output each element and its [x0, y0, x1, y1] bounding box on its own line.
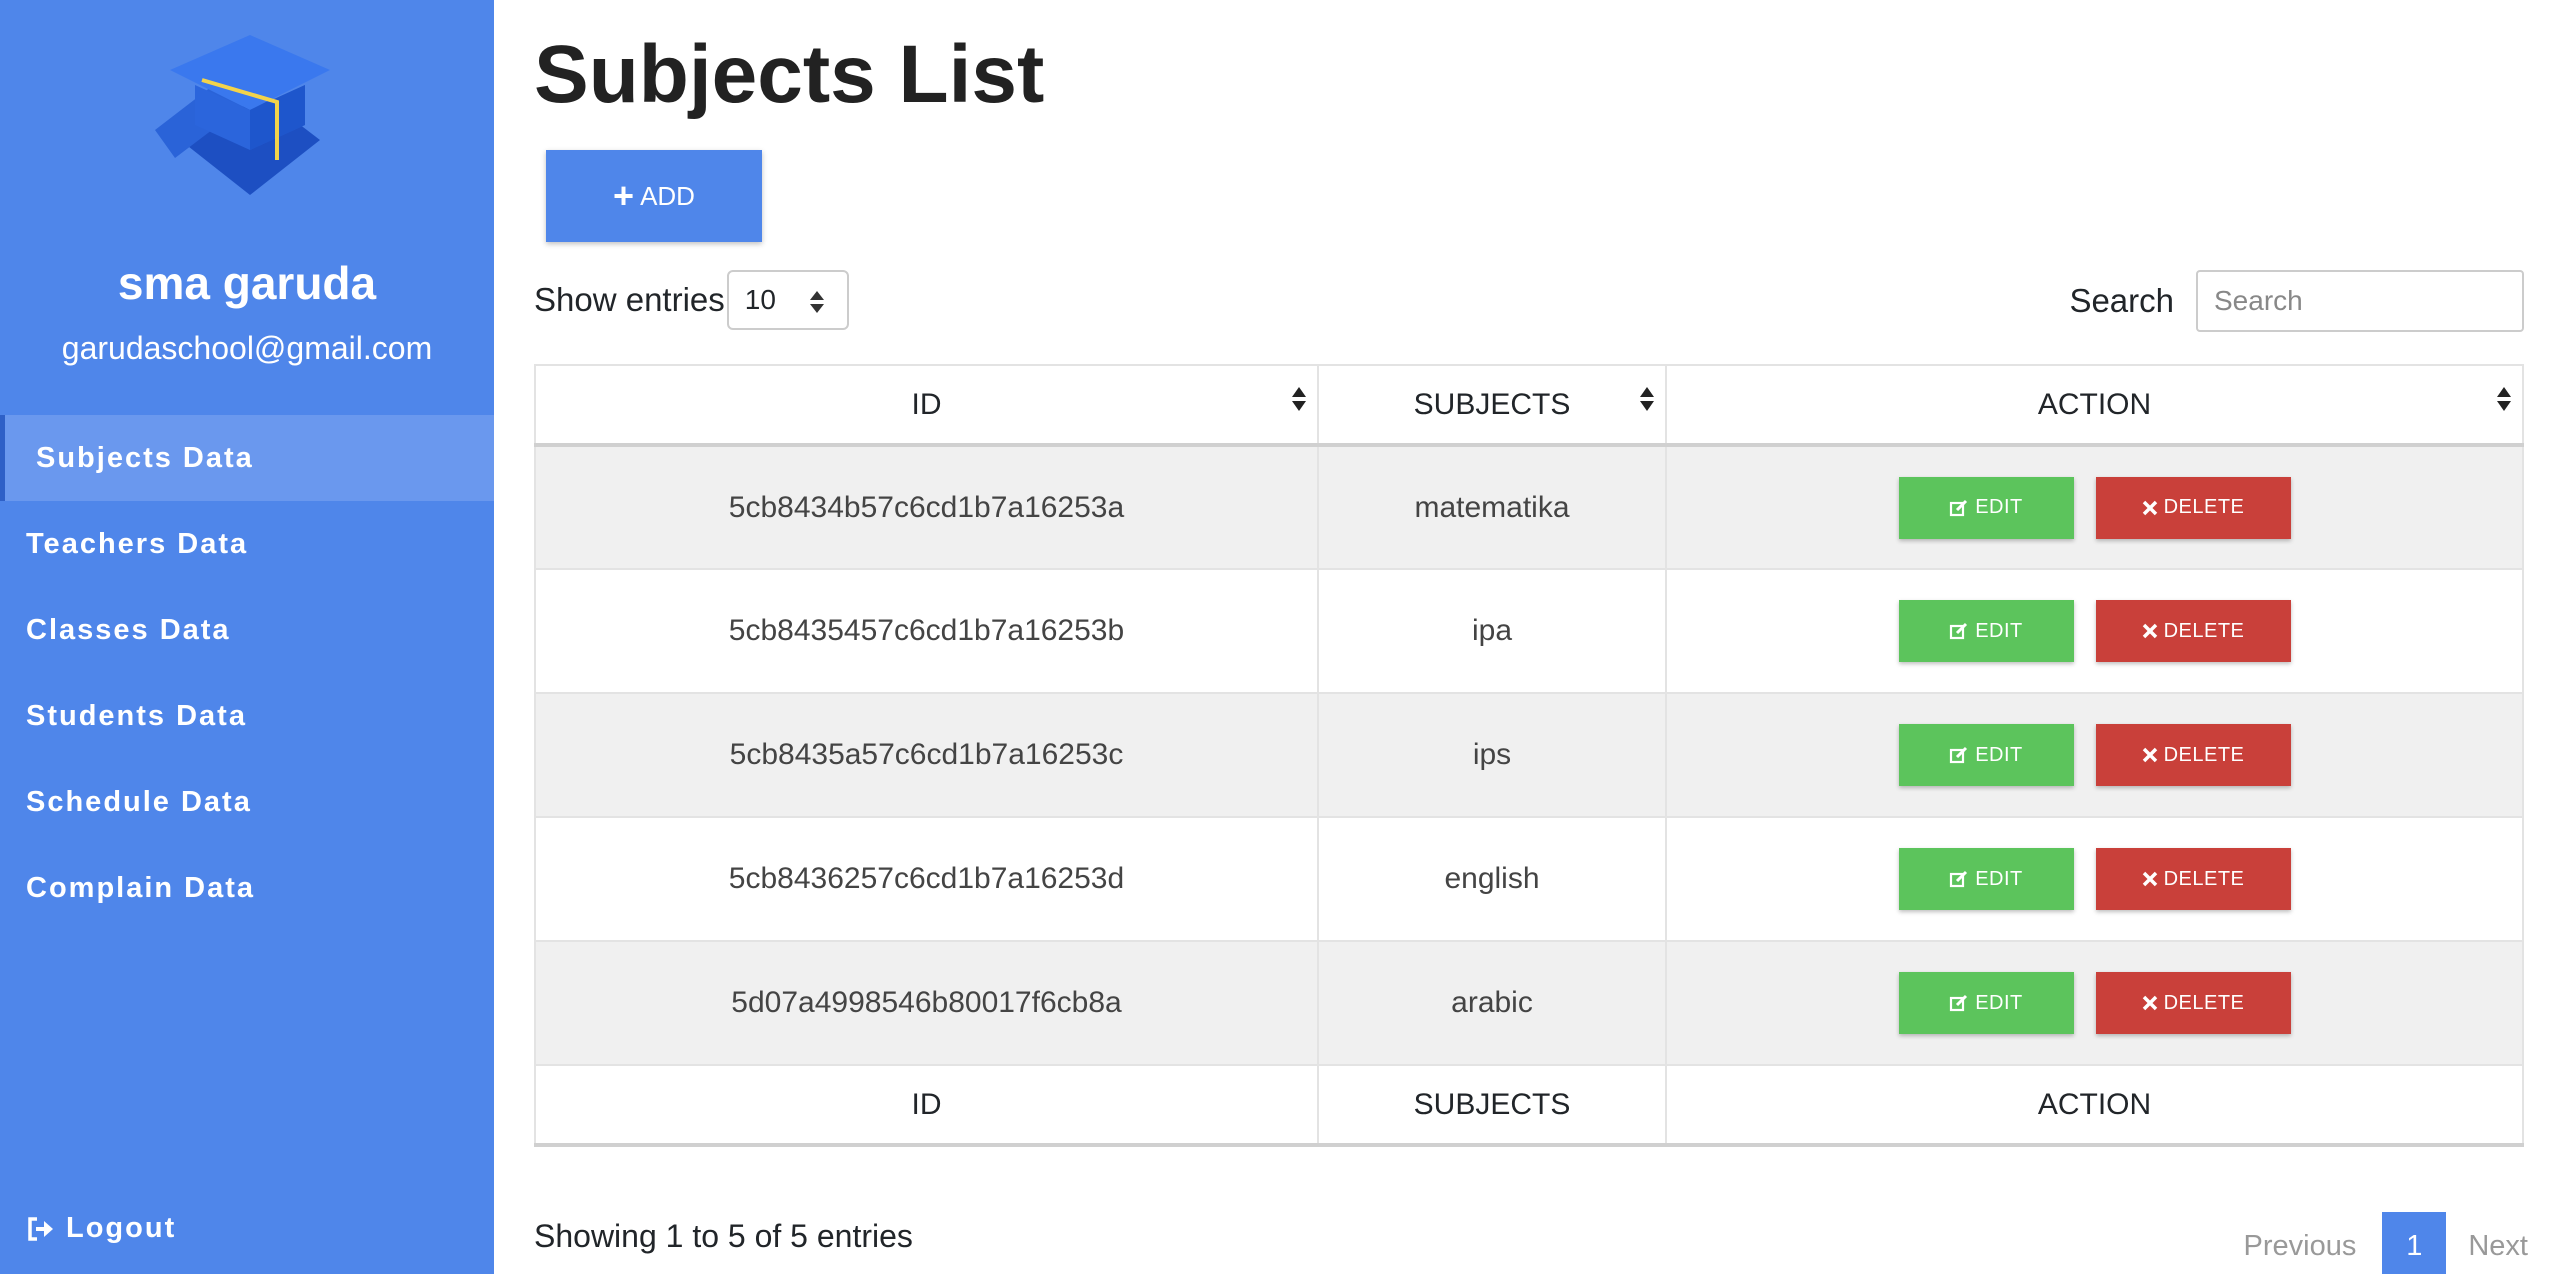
cell-subject: english [1317, 816, 1667, 942]
table-row: 5d07a4998546b80017f6cb8a arabic EDIT DEL… [534, 940, 2524, 1066]
delete-label: DELETE [2163, 991, 2245, 1014]
edit-icon [1950, 746, 1968, 764]
next-page-link[interactable]: Next [2468, 1230, 2528, 1263]
column-header-subjects[interactable]: SUBJECTS [1317, 364, 1667, 447]
table-footer-row: ID SUBJECTS ACTION [534, 1064, 2524, 1147]
cell-id: 5cb8435457c6cd1b7a16253b [534, 568, 1319, 694]
cell-subject: matematika [1317, 444, 1667, 570]
sidebar-item-complain[interactable]: Complain Data [0, 845, 494, 931]
edit-button[interactable]: EDIT [1898, 724, 2074, 786]
delete-button[interactable]: DELETE [2095, 848, 2291, 910]
graduation-cap-logo [155, 35, 330, 195]
cell-id: 5cb8436257c6cd1b7a16253d [534, 816, 1319, 942]
close-icon [2142, 747, 2157, 763]
search-area: Search [2069, 270, 2524, 332]
sign-out-icon [28, 1216, 53, 1241]
column-header-label: SUBJECTS [1413, 387, 1571, 421]
entries-select[interactable]: 10 [726, 270, 849, 330]
table-row: 5cb8434b57c6cd1b7a16253a matematika EDIT… [534, 444, 2524, 570]
delete-button[interactable]: DELETE [2095, 724, 2291, 786]
sidebar-item-subjects[interactable]: Subjects Data [0, 415, 494, 501]
show-entries: Show entries 10 [534, 270, 849, 330]
close-icon [2142, 871, 2157, 887]
delete-label: DELETE [2163, 867, 2245, 890]
delete-button[interactable]: DELETE [2095, 476, 2291, 539]
cell-subject: ips [1317, 692, 1667, 818]
cell-action: EDIT DELETE [1665, 444, 2524, 570]
delete-label: DELETE [2163, 496, 2245, 518]
delete-label: DELETE [2163, 619, 2245, 642]
edit-button[interactable]: EDIT [1898, 848, 2074, 910]
column-header-action[interactable]: ACTION [1665, 364, 2524, 447]
cell-id: 5cb8435a57c6cd1b7a16253c [534, 692, 1319, 818]
sidebar-item-teachers[interactable]: Teachers Data [0, 501, 494, 587]
table-info: Showing 1 to 5 of 5 entries [534, 1218, 913, 1254]
table-row: 5cb8436257c6cd1b7a16253d english EDIT DE… [534, 816, 2524, 942]
sidebar-item-classes[interactable]: Classes Data [0, 587, 494, 673]
delete-button[interactable]: DELETE [2095, 972, 2291, 1034]
entries-select-value: 10 [744, 284, 776, 315]
table-header-row: ID SUBJECTS ACTION [534, 364, 2524, 447]
subjects-table: ID SUBJECTS ACTION 5cb8434b57c6cd1b7a162… [534, 364, 2524, 1147]
edit-icon [1950, 870, 1968, 888]
edit-icon [1950, 499, 1968, 516]
column-footer-action: ACTION [1665, 1064, 2524, 1147]
add-button[interactable]: + ADD [546, 150, 762, 242]
plus-icon: + [613, 175, 635, 216]
cell-action: EDIT DELETE [1665, 692, 2524, 818]
show-entries-label: Show entries [534, 281, 725, 318]
edit-label: EDIT [1975, 743, 2023, 766]
cell-subject: arabic [1317, 940, 1667, 1066]
school-name: sma garuda [117, 257, 377, 309]
edit-label: EDIT [1975, 991, 2023, 1014]
page-button-current[interactable]: 1 [2382, 1212, 2447, 1274]
edit-button[interactable]: EDIT [1898, 476, 2074, 539]
edit-button[interactable]: EDIT [1898, 972, 2074, 1034]
edit-icon [1950, 622, 1968, 640]
delete-label: DELETE [2163, 743, 2245, 766]
previous-page-link[interactable]: Previous [2244, 1230, 2357, 1263]
search-input[interactable] [2196, 270, 2524, 332]
close-icon [2142, 500, 2157, 515]
delete-button[interactable]: DELETE [2095, 600, 2291, 662]
column-header-label: ACTION [2037, 387, 2152, 421]
column-footer-id: ID [534, 1064, 1319, 1147]
column-footer-subjects: SUBJECTS [1317, 1064, 1667, 1147]
table-row: 5cb8435a57c6cd1b7a16253c ips EDIT DELETE [534, 692, 2524, 818]
add-button-label: ADD [640, 180, 695, 211]
edit-label: EDIT [1975, 619, 2023, 642]
pagination: Previous 1 Next [2244, 1212, 2528, 1274]
sidebar-nav: Subjects Data Teachers Data Classes Data… [0, 415, 494, 931]
edit-label: EDIT [1975, 496, 2023, 518]
column-header-id[interactable]: ID [534, 364, 1319, 447]
sort-arrows-icon [809, 291, 824, 313]
sidebar-item-students[interactable]: Students Data [0, 673, 494, 759]
school-email: garudaschool@gmail.com [61, 330, 433, 366]
close-icon [2142, 623, 2157, 639]
logout-link[interactable]: Logout [26, 1212, 176, 1245]
table-row: 5cb8435457c6cd1b7a16253b ipa EDIT DELETE [534, 568, 2524, 694]
edit-icon [1950, 994, 1968, 1012]
sidebar: sma garuda garudaschool@gmail.com Subjec… [0, 0, 494, 1274]
sidebar-item-schedule[interactable]: Schedule Data [0, 759, 494, 845]
edit-label: EDIT [1975, 867, 2023, 890]
cell-action: EDIT DELETE [1665, 940, 2524, 1066]
logout-label: Logout [66, 1212, 177, 1244]
edit-button[interactable]: EDIT [1898, 600, 2074, 662]
cell-id: 5cb8434b57c6cd1b7a16253a [534, 444, 1319, 570]
search-label: Search [2069, 282, 2174, 319]
cell-id: 5d07a4998546b80017f6cb8a [534, 940, 1319, 1066]
sort-icon [1292, 387, 1306, 411]
close-icon [2142, 995, 2157, 1011]
cell-subject: ipa [1317, 568, 1667, 694]
sort-icon [1640, 387, 1654, 411]
cell-action: EDIT DELETE [1665, 816, 2524, 942]
cell-action: EDIT DELETE [1665, 568, 2524, 694]
sort-icon [2497, 387, 2511, 411]
column-header-label: ID [911, 387, 942, 421]
page-title: Subjects List [534, 29, 1045, 120]
